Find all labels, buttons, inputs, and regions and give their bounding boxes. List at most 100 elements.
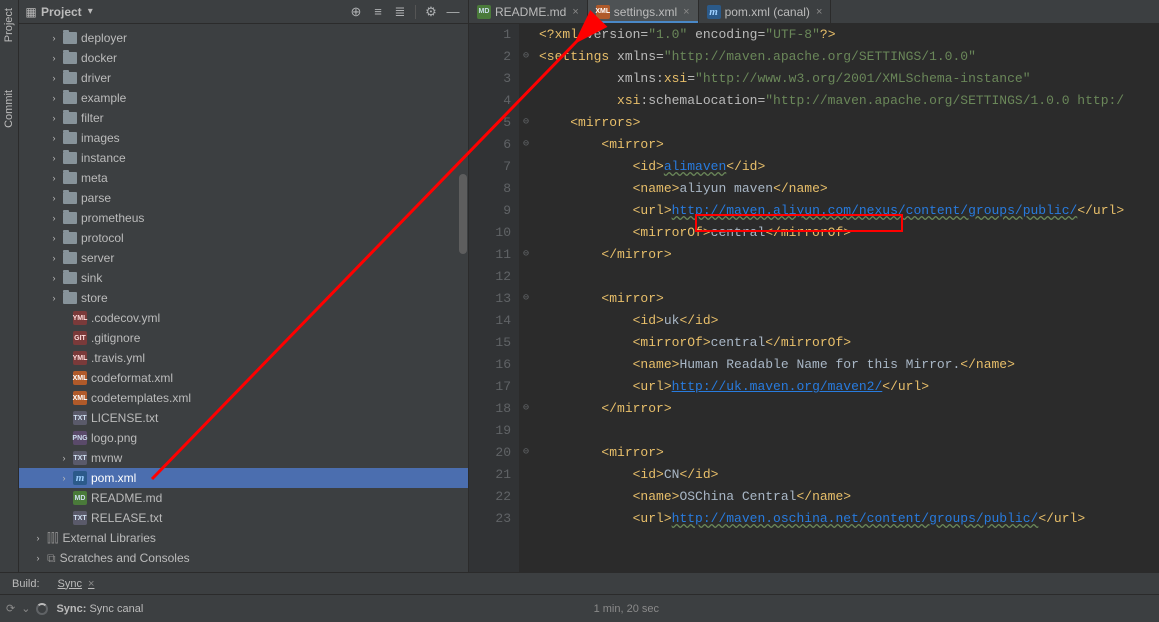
- code-line[interactable]: [539, 420, 1159, 442]
- chevron-right-icon[interactable]: ›: [49, 173, 59, 183]
- tree-scrollbar[interactable]: [458, 24, 468, 572]
- code-line[interactable]: <url>http://maven.aliyun.com/nexus/conte…: [539, 200, 1159, 222]
- editor-tab[interactable]: MDREADME.md×: [469, 0, 588, 23]
- line-number[interactable]: 19: [469, 420, 511, 442]
- code-line[interactable]: <id>uk</id>: [539, 310, 1159, 332]
- code-line[interactable]: <?xml version="1.0" encoding="UTF-8"?>: [539, 24, 1159, 46]
- line-number[interactable]: 23: [469, 508, 511, 530]
- project-tree[interactable]: ›deployer›docker›driver›example›filter›i…: [19, 24, 468, 572]
- chevron-right-icon[interactable]: ›: [49, 213, 59, 223]
- build-tab-sync[interactable]: Sync ×: [50, 576, 103, 592]
- close-icon[interactable]: ×: [816, 6, 822, 18]
- fold-marker[interactable]: [519, 464, 533, 486]
- chevron-right-icon[interactable]: ›: [49, 133, 59, 143]
- fold-marker[interactable]: [519, 24, 533, 46]
- sync-status-row[interactable]: Sync: Sync canal: [56, 603, 585, 615]
- fold-marker[interactable]: ⊖: [519, 288, 533, 310]
- code-line[interactable]: <mirrorOf>central</mirrorOf>: [539, 332, 1159, 354]
- side-tab-project[interactable]: Project: [2, 4, 16, 46]
- fold-marker[interactable]: [519, 354, 533, 376]
- chevron-right-icon[interactable]: ›: [49, 33, 59, 43]
- fold-marker[interactable]: [519, 508, 533, 530]
- code-line[interactable]: <mirror>: [539, 442, 1159, 464]
- fold-marker[interactable]: ⊖: [519, 46, 533, 68]
- fold-marker[interactable]: [519, 420, 533, 442]
- chevron-right-icon[interactable]: ›: [49, 273, 59, 283]
- line-number[interactable]: 11: [469, 244, 511, 266]
- code-line[interactable]: <mirror>: [539, 288, 1159, 310]
- line-number[interactable]: 20: [469, 442, 511, 464]
- code-line[interactable]: xmlns:xsi="http://www.w3.org/2001/XMLSch…: [539, 68, 1159, 90]
- tree-file[interactable]: ›mpom.xml: [19, 468, 468, 488]
- code-line[interactable]: <mirrors>: [539, 112, 1159, 134]
- line-number-gutter[interactable]: 1234567891011121314151617181920212223: [469, 24, 519, 572]
- line-number[interactable]: 22: [469, 486, 511, 508]
- chevron-right-icon[interactable]: ›: [49, 293, 59, 303]
- code-line[interactable]: [539, 266, 1159, 288]
- code-line[interactable]: <mirror>: [539, 134, 1159, 156]
- tree-folder[interactable]: ›instance: [19, 148, 468, 168]
- fold-marker[interactable]: [519, 376, 533, 398]
- tree-folder[interactable]: ›images: [19, 128, 468, 148]
- code-line[interactable]: <name>OSChina Central</name>: [539, 486, 1159, 508]
- code-line[interactable]: <settings xmlns="http://maven.apache.org…: [539, 46, 1159, 68]
- fold-marker[interactable]: ⊖: [519, 442, 533, 464]
- scratches-consoles[interactable]: ›⧉Scratches and Consoles: [19, 548, 468, 568]
- line-number[interactable]: 6: [469, 134, 511, 156]
- collapse-all-icon[interactable]: ≣: [391, 3, 409, 21]
- tree-folder[interactable]: ›driver: [19, 68, 468, 88]
- chevron-right-icon[interactable]: ›: [49, 93, 59, 103]
- chevron-right-icon[interactable]: ›: [33, 553, 43, 563]
- chevron-down-icon[interactable]: ⌄: [21, 602, 30, 615]
- tree-folder[interactable]: ›store: [19, 288, 468, 308]
- fold-marker[interactable]: [519, 90, 533, 112]
- line-number[interactable]: 16: [469, 354, 511, 376]
- fold-marker[interactable]: [519, 156, 533, 178]
- fold-gutter[interactable]: ⊖⊖⊖⊖⊖⊖⊖: [519, 24, 533, 572]
- code-line[interactable]: xsi:schemaLocation="http://maven.apache.…: [539, 90, 1159, 112]
- chevron-right-icon[interactable]: ›: [49, 73, 59, 83]
- fold-marker[interactable]: [519, 310, 533, 332]
- tree-folder[interactable]: ›parse: [19, 188, 468, 208]
- tree-file[interactable]: TXTRELEASE.txt: [19, 508, 468, 528]
- fold-marker[interactable]: ⊖: [519, 112, 533, 134]
- expand-all-icon[interactable]: ≡: [369, 3, 387, 21]
- line-number[interactable]: 5: [469, 112, 511, 134]
- tree-folder[interactable]: ›server: [19, 248, 468, 268]
- side-tab-commit[interactable]: Commit: [2, 86, 16, 132]
- tree-file[interactable]: ›TXTmvnw: [19, 448, 468, 468]
- chevron-right-icon[interactable]: ›: [33, 533, 43, 543]
- line-number[interactable]: 1: [469, 24, 511, 46]
- line-number[interactable]: 10: [469, 222, 511, 244]
- tree-folder[interactable]: ›example: [19, 88, 468, 108]
- line-number[interactable]: 9: [469, 200, 511, 222]
- code-line[interactable]: <url>http://maven.oschina.net/content/gr…: [539, 508, 1159, 530]
- project-title[interactable]: Project: [41, 5, 82, 19]
- fold-marker[interactable]: [519, 332, 533, 354]
- editor-tab[interactable]: XMLsettings.xml×: [588, 0, 699, 23]
- code-area[interactable]: <?xml version="1.0" encoding="UTF-8"?><s…: [533, 24, 1159, 572]
- fold-marker[interactable]: [519, 178, 533, 200]
- chevron-right-icon[interactable]: ›: [59, 473, 69, 483]
- chevron-right-icon[interactable]: ›: [49, 53, 59, 63]
- fold-marker[interactable]: [519, 200, 533, 222]
- restart-icon[interactable]: ⟳: [6, 602, 15, 615]
- line-number[interactable]: 14: [469, 310, 511, 332]
- line-number[interactable]: 13: [469, 288, 511, 310]
- line-number[interactable]: 21: [469, 464, 511, 486]
- fold-marker[interactable]: ⊖: [519, 398, 533, 420]
- fold-marker[interactable]: [519, 486, 533, 508]
- chevron-right-icon[interactable]: ›: [49, 113, 59, 123]
- line-number[interactable]: 8: [469, 178, 511, 200]
- close-icon[interactable]: ×: [88, 578, 94, 590]
- line-number[interactable]: 15: [469, 332, 511, 354]
- locate-icon[interactable]: ⊕: [347, 3, 365, 21]
- fold-marker[interactable]: [519, 266, 533, 288]
- code-line[interactable]: <name>Human Readable Name for this Mirro…: [539, 354, 1159, 376]
- tree-folder[interactable]: ›protocol: [19, 228, 468, 248]
- tree-file[interactable]: TXTLICENSE.txt: [19, 408, 468, 428]
- fold-marker[interactable]: ⊖: [519, 244, 533, 266]
- external-libraries[interactable]: ›⫿⫿⫿External Libraries: [19, 528, 468, 548]
- line-number[interactable]: 7: [469, 156, 511, 178]
- tree-folder[interactable]: ›docker: [19, 48, 468, 68]
